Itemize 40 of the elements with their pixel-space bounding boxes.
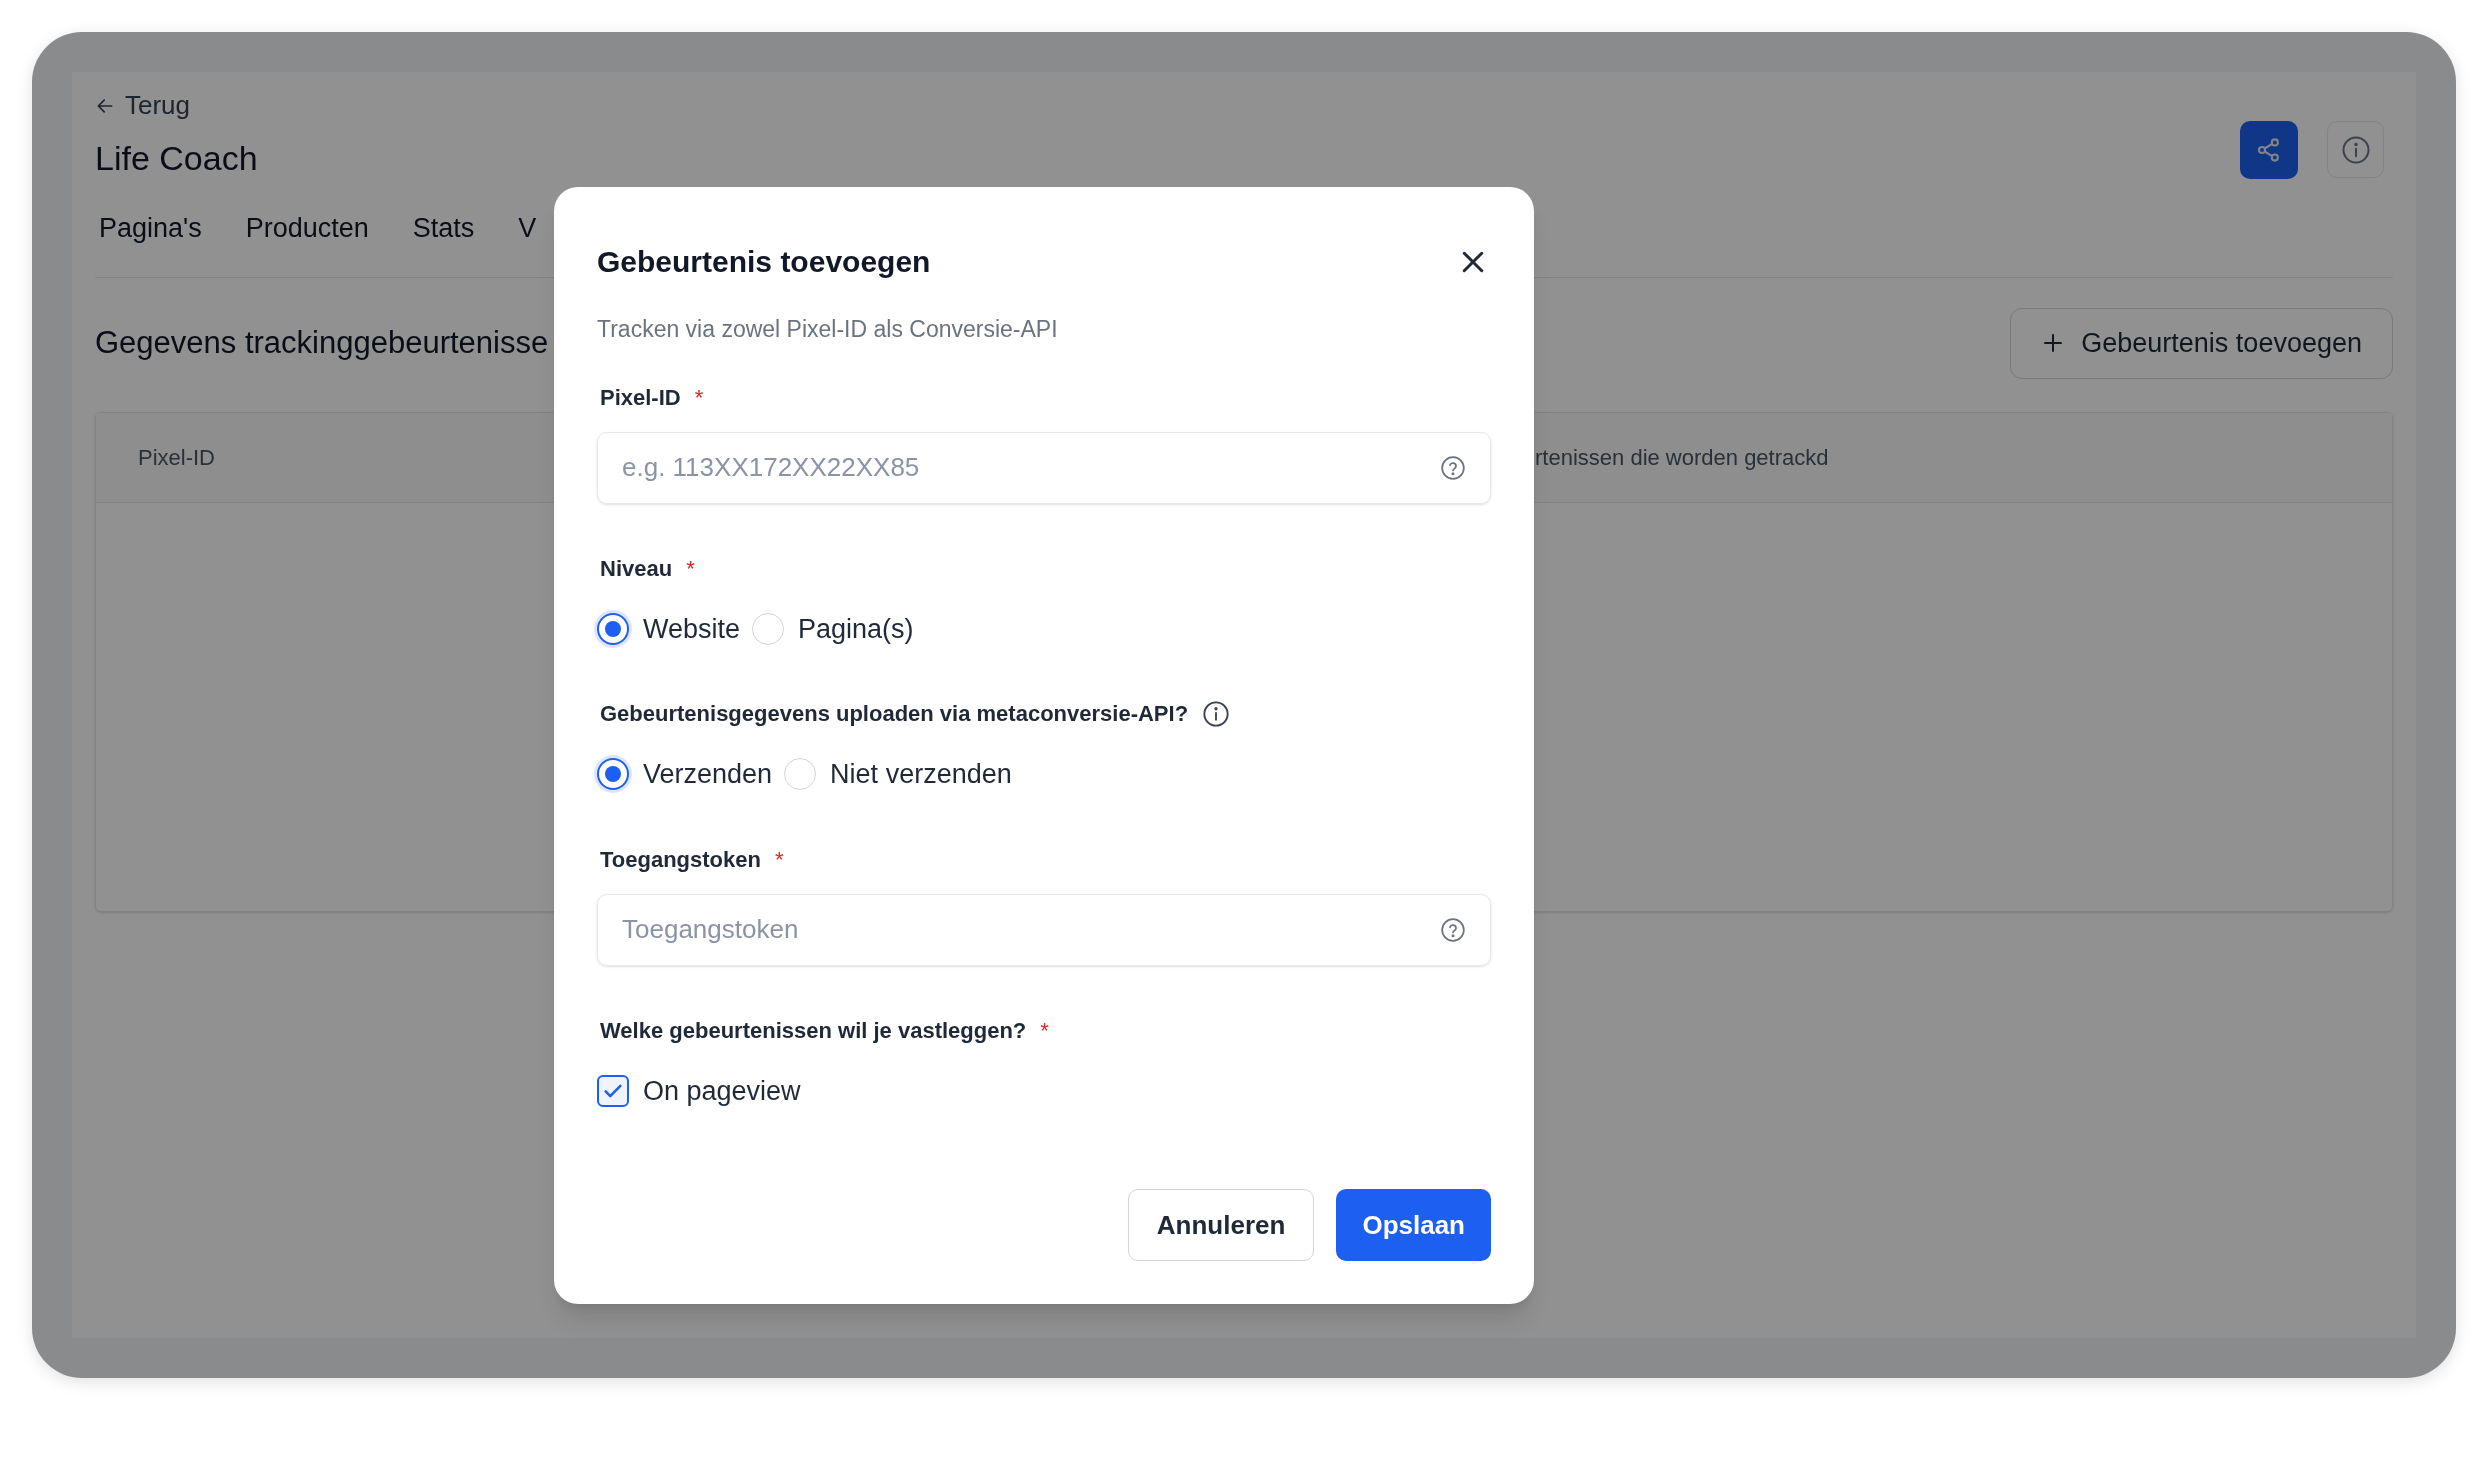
column-header: Pixel-ID	[138, 443, 215, 472]
text-input[interactable]: Toegangstoken	[622, 910, 1440, 949]
text-field[interactable]: e.g. 113XX172XX22XX85	[597, 431, 1491, 504]
field-label: Welke gebeurtenissen wil je vastleggen?	[600, 1016, 1027, 1045]
help-icon	[1440, 916, 1466, 943]
cancel-button[interactable]: Annuleren	[1127, 1189, 1315, 1261]
radio-label: Niet verzenden	[830, 758, 1012, 791]
tab[interactable]: V	[518, 208, 537, 249]
tab[interactable]: Producten	[245, 208, 369, 249]
tab[interactable]: Pagina's	[99, 208, 202, 249]
checkbox-label: On pageview	[643, 1074, 801, 1108]
radio-label: Pagina(s)	[798, 612, 914, 646]
radio-label: Website	[643, 612, 741, 646]
text-field[interactable]: Toegangstoken	[597, 893, 1491, 966]
modal-title: Gebeurtenis toevoegen	[597, 244, 931, 280]
save-button[interactable]: Opslaan	[1336, 1189, 1491, 1261]
required-mark: *	[694, 383, 704, 412]
required-mark: *	[1040, 1016, 1049, 1045]
help-icon	[1440, 454, 1466, 481]
field-label: Niveau	[600, 554, 673, 583]
section-title: Gegevens trackinggebeurtenisse	[95, 323, 549, 362]
field-label: Pixel-ID	[600, 383, 681, 412]
add-event-button[interactable]: Gebeurtenis toevoegen	[2010, 307, 2393, 379]
info-button[interactable]	[2327, 121, 2384, 178]
share-button[interactable]	[2240, 121, 2298, 179]
info-icon	[2340, 134, 2371, 165]
radio-label: Verzenden	[643, 758, 773, 791]
radio-button[interactable]	[597, 612, 629, 645]
back-link[interactable]: Terug	[95, 86, 258, 125]
checkbox[interactable]	[597, 1074, 629, 1107]
modal-subtitle: Tracken via zowel Pixel-ID als Conversie-API	[597, 315, 1059, 344]
text-input[interactable]: e.g. 113XX172XX22XX85	[622, 448, 1440, 487]
column-header: rtenissen die worden getrackd	[1535, 443, 1829, 472]
required-mark: *	[774, 845, 784, 874]
required-mark: *	[686, 554, 695, 583]
field-label: Gebeurtenisgegevens uploaden via metaconversie-API?	[600, 700, 1189, 728]
field-label: Toegangstoken	[600, 845, 761, 874]
page-title: Life Coach	[95, 138, 258, 179]
tab[interactable]: Stats	[412, 208, 475, 249]
radio-button[interactable]	[597, 758, 629, 791]
